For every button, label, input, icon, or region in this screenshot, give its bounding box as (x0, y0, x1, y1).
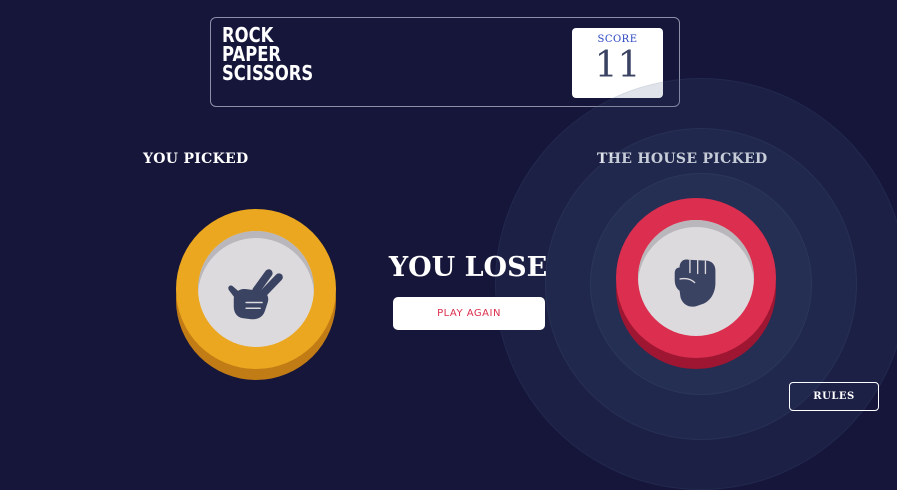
logo-line-3: SCISSORS (222, 61, 314, 85)
score-header: ROCK PAPER SCISSORS SCORE 11 (210, 17, 680, 107)
score-value: 11 (594, 45, 641, 86)
scissors-hand-icon (228, 269, 283, 320)
score-label: SCORE (597, 34, 638, 45)
house-rock-token (616, 198, 776, 358)
player-token-face (198, 231, 314, 347)
result-text: YOU LOSE (388, 252, 548, 283)
house-token-face (638, 220, 754, 336)
play-again-button[interactable]: PLAY AGAIN (393, 297, 545, 330)
game-logo: ROCK PAPER SCISSORS (222, 25, 314, 85)
player-scissors-token (176, 209, 336, 369)
you-picked-heading: YOU PICKED (143, 151, 249, 167)
rules-button[interactable]: RULES (789, 382, 879, 411)
rock-fist-icon (674, 259, 716, 307)
